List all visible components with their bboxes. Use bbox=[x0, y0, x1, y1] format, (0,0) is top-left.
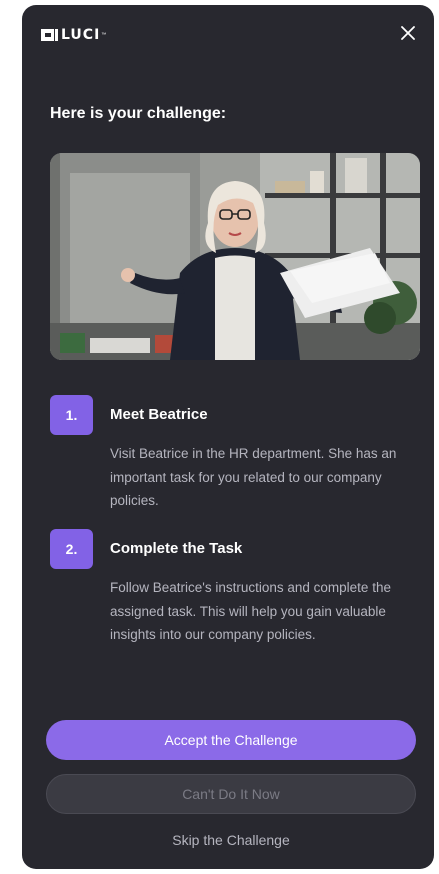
logo-mark-icon bbox=[41, 28, 61, 42]
challenge-hero-image bbox=[50, 153, 420, 360]
accept-challenge-button[interactable]: Accept the Challenge bbox=[46, 720, 416, 760]
step-description: Follow Beatrice's instructions and compl… bbox=[110, 580, 391, 642]
close-icon bbox=[401, 25, 415, 45]
step-2: 2. Complete the Task Follow Beatrice's i… bbox=[50, 529, 420, 699]
step-1: 1. Meet Beatrice Visit Beatrice in the H… bbox=[50, 395, 420, 525]
step-title: Meet Beatrice bbox=[110, 406, 208, 423]
luci-logo: LUCI ™ bbox=[41, 27, 106, 43]
logo-trademark: ™ bbox=[101, 32, 107, 38]
challenge-panel: LUCI ™ Here is your challenge: 1. Meet B… bbox=[22, 5, 434, 869]
step-number-badge: 1. bbox=[50, 395, 93, 435]
cant-do-it-now-button[interactable]: Can't Do It Now bbox=[46, 774, 416, 814]
step-title: Complete the Task bbox=[110, 540, 243, 557]
skip-challenge-link[interactable]: Skip the Challenge bbox=[46, 832, 416, 848]
step-number-badge: 2. bbox=[50, 529, 93, 569]
logo-text: LUCI bbox=[61, 27, 101, 43]
close-button[interactable] bbox=[396, 23, 420, 47]
challenge-heading: Here is your challenge: bbox=[50, 105, 227, 122]
step-description: Visit Beatrice in the HR department. She… bbox=[110, 446, 397, 508]
